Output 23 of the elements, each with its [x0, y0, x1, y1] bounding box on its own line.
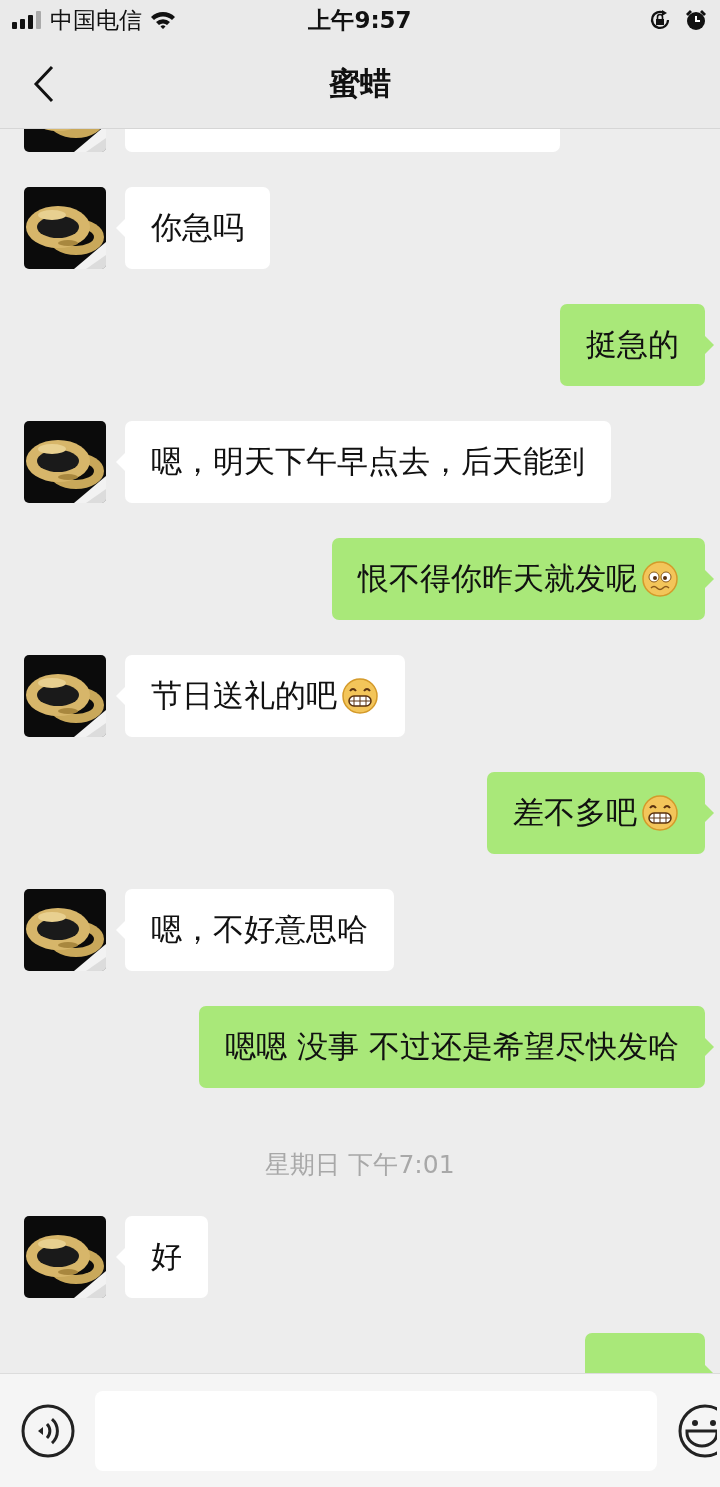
chat-title: 蜜蜡	[329, 64, 391, 103]
rotation-lock-icon	[648, 8, 672, 32]
message-text: 挺急的	[586, 325, 679, 364]
message-text: 恨不得你昨天就发呢	[358, 559, 637, 598]
message-text: 嗯，不好意思哈	[151, 910, 368, 949]
message-text: 好	[151, 1237, 182, 1276]
message-text: 嗯嗯 没事 不过还是希望尽快发哈	[225, 1027, 679, 1066]
message-text: 节日送礼的吧	[151, 676, 337, 715]
voice-icon[interactable]	[21, 1403, 75, 1458]
worried-face-icon	[641, 560, 679, 598]
emoji-icon[interactable]	[677, 1402, 717, 1459]
wifi-icon	[150, 10, 176, 30]
grinning-face-icon	[341, 677, 379, 715]
clock-time: 上午9:57	[308, 5, 412, 35]
message-text: 你急吗	[151, 208, 244, 247]
back-icon[interactable]	[33, 65, 55, 103]
message-text: 嗯，明天下午早点去，后天能到	[151, 442, 585, 481]
carrier-name: 中国电信	[50, 5, 142, 35]
timestamp: 星期日 下午7:01	[265, 1149, 455, 1181]
alarm-icon	[684, 8, 708, 32]
message-text: 差不多吧	[513, 793, 637, 832]
signal-icon	[12, 11, 42, 29]
grinning-face-icon	[641, 794, 679, 832]
